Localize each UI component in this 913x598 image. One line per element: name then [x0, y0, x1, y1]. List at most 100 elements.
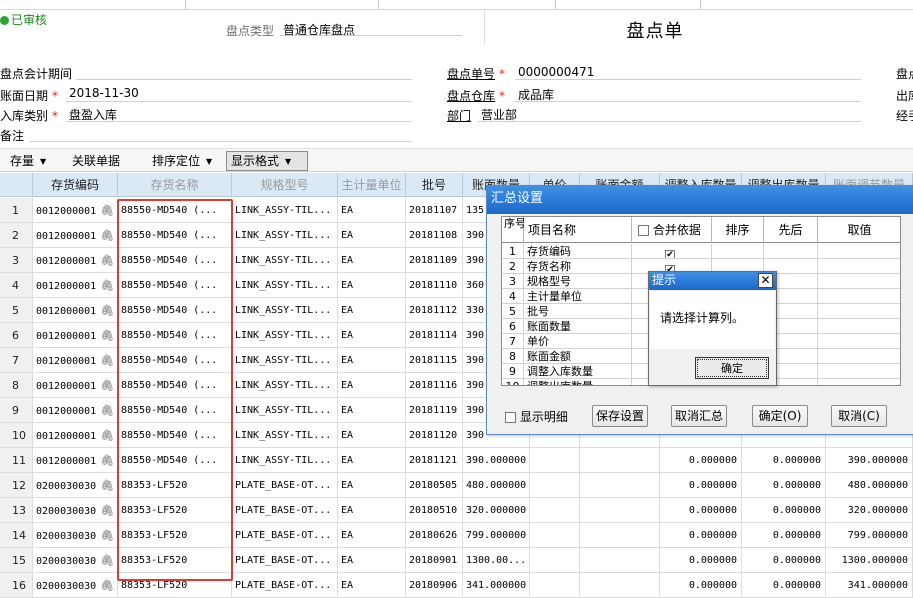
- summary-cell[interactable]: [818, 379, 900, 385]
- table-cell[interactable]: PLATE_BASE-OT...: [232, 473, 338, 498]
- table-cell[interactable]: 20180906: [406, 573, 463, 598]
- in-type-field[interactable]: 盘盈入库: [66, 104, 412, 122]
- attachment-icon[interactable]: 🖇: [100, 548, 114, 572]
- table-cell[interactable]: 0012000001 🖇: [33, 248, 118, 273]
- table-cell[interactable]: 0012000001 🖇: [33, 273, 118, 298]
- display-format-menu-button[interactable]: 显示格式 ▼: [226, 151, 308, 171]
- table-cell[interactable]: 0.000000: [742, 573, 826, 598]
- table-cell[interactable]: EA: [338, 423, 406, 448]
- summary-row[interactable]: 1 存货编码 ✔: [502, 244, 900, 259]
- attachment-icon[interactable]: 🖇: [100, 348, 114, 372]
- show-detail-option[interactable]: 显示明细: [505, 408, 568, 425]
- table-cell[interactable]: 0.000000: [660, 548, 742, 573]
- table-cell[interactable]: 2: [0, 223, 33, 248]
- table-cell[interactable]: LINK_ASSY-TIL...: [232, 198, 338, 223]
- merge-checkbox[interactable]: ✔: [665, 250, 675, 258]
- table-cell[interactable]: LINK_ASSY-TIL...: [232, 223, 338, 248]
- table-cell[interactable]: 14: [0, 523, 33, 548]
- table-cell[interactable]: PLATE_BASE-OT...: [232, 523, 338, 548]
- col-header-spec[interactable]: 规格型号: [232, 173, 338, 197]
- dept-field[interactable]: 营业部: [478, 104, 861, 122]
- col-merge-header[interactable]: 合并依据: [632, 217, 712, 243]
- table-cell[interactable]: [530, 498, 580, 523]
- table-cell[interactable]: [580, 448, 660, 473]
- table-cell[interactable]: EA: [338, 573, 406, 598]
- table-cell[interactable]: 6: [0, 323, 33, 348]
- table-cell[interactable]: EA: [338, 348, 406, 373]
- attachment-icon[interactable]: 🖇: [100, 248, 114, 272]
- table-cell[interactable]: [530, 448, 580, 473]
- book-date-field[interactable]: 2018-11-30: [66, 84, 412, 102]
- summary-cell[interactable]: [818, 289, 900, 304]
- table-cell[interactable]: 0200030030 🖇: [33, 498, 118, 523]
- table-cell[interactable]: 16: [0, 573, 33, 598]
- table-cell[interactable]: 20181109: [406, 248, 463, 273]
- table-cell[interactable]: PLATE_BASE-OT...: [232, 548, 338, 573]
- table-cell[interactable]: EA: [338, 248, 406, 273]
- summary-cell[interactable]: ✔: [632, 244, 712, 259]
- summary-cell[interactable]: [818, 334, 900, 349]
- table-cell[interactable]: EA: [338, 323, 406, 348]
- table-cell[interactable]: [530, 573, 580, 598]
- col-header-batch[interactable]: 批号: [406, 173, 463, 197]
- table-cell[interactable]: 0012000001 🖇: [33, 198, 118, 223]
- table-cell[interactable]: 0200030030 🖇: [33, 473, 118, 498]
- attachment-icon[interactable]: 🖇: [100, 373, 114, 397]
- attachment-icon[interactable]: 🖇: [100, 473, 114, 497]
- table-cell[interactable]: 20180901: [406, 548, 463, 573]
- table-cell[interactable]: 390.000000: [463, 448, 530, 473]
- attachment-icon[interactable]: 🖇: [100, 398, 114, 422]
- table-cell[interactable]: EA: [338, 373, 406, 398]
- table-cell[interactable]: 0012000001 🖇: [33, 448, 118, 473]
- merge-all-checkbox[interactable]: [638, 225, 649, 236]
- table-cell[interactable]: 8: [0, 373, 33, 398]
- summary-cell[interactable]: [818, 364, 900, 379]
- table-cell[interactable]: 480.000000: [463, 473, 530, 498]
- col-header-unit[interactable]: 主计量单位: [338, 173, 406, 197]
- table-cell[interactable]: [580, 548, 660, 573]
- table-cell[interactable]: 320.000000: [826, 498, 913, 523]
- table-cell[interactable]: 20181108: [406, 223, 463, 248]
- attachment-icon[interactable]: 🖇: [100, 423, 114, 447]
- col-header-name[interactable]: 存货名称: [118, 173, 232, 197]
- table-cell[interactable]: LINK_ASSY-TIL...: [232, 298, 338, 323]
- table-cell[interactable]: LINK_ASSY-TIL...: [232, 273, 338, 298]
- table-cell[interactable]: [580, 523, 660, 548]
- table-cell[interactable]: 0012000001 🖇: [33, 323, 118, 348]
- table-cell[interactable]: 20180505: [406, 473, 463, 498]
- table-cell[interactable]: 0.000000: [742, 523, 826, 548]
- table-cell[interactable]: 15: [0, 548, 33, 573]
- summary-cell[interactable]: [818, 304, 900, 319]
- attachment-icon[interactable]: 🖇: [100, 223, 114, 247]
- table-cell[interactable]: 11: [0, 448, 33, 473]
- table-cell[interactable]: 20181112: [406, 298, 463, 323]
- table-cell[interactable]: 3: [0, 248, 33, 273]
- table-cell[interactable]: EA: [338, 223, 406, 248]
- table-cell[interactable]: EA: [338, 548, 406, 573]
- table-cell[interactable]: EA: [338, 398, 406, 423]
- summary-cell[interactable]: [818, 274, 900, 289]
- table-cell[interactable]: 20181115: [406, 348, 463, 373]
- table-cell[interactable]: 0012000001 🖇: [33, 223, 118, 248]
- summary-cell[interactable]: [818, 319, 900, 334]
- cancel-button[interactable]: 取消(C): [831, 405, 887, 427]
- alert-ok-button[interactable]: 确定: [695, 357, 769, 379]
- attachment-icon[interactable]: 🖇: [100, 198, 114, 222]
- table-cell[interactable]: [580, 573, 660, 598]
- table-cell[interactable]: EA: [338, 298, 406, 323]
- table-cell[interactable]: PLATE_BASE-OT...: [232, 573, 338, 598]
- table-cell[interactable]: 0012000001 🖇: [33, 298, 118, 323]
- attachment-icon[interactable]: 🖇: [100, 523, 114, 547]
- table-cell[interactable]: 0200030030 🖇: [33, 548, 118, 573]
- table-cell[interactable]: 480.000000: [826, 473, 913, 498]
- table-cell[interactable]: 0.000000: [742, 473, 826, 498]
- table-cell[interactable]: 20180510: [406, 498, 463, 523]
- attachment-icon[interactable]: 🖇: [100, 298, 114, 322]
- table-cell[interactable]: 341.000000: [826, 573, 913, 598]
- doc-no-field[interactable]: 0000000471: [515, 62, 861, 80]
- table-cell[interactable]: 0012000001 🖇: [33, 423, 118, 448]
- table-cell[interactable]: 1300.00...: [463, 548, 530, 573]
- table-cell[interactable]: LINK_ASSY-TIL...: [232, 423, 338, 448]
- table-cell[interactable]: 13: [0, 498, 33, 523]
- table-cell[interactable]: [580, 498, 660, 523]
